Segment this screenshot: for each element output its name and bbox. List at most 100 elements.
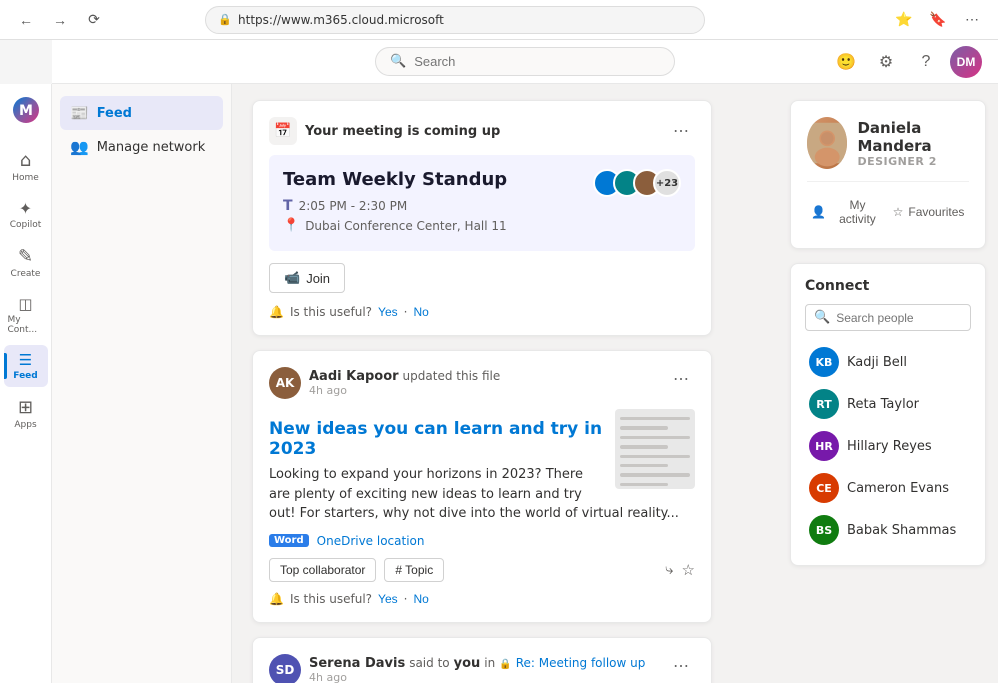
topbar-search-bar[interactable]: 🔍 [375,47,675,76]
list-item[interactable]: BS Babak Shammas [805,509,971,551]
thumb-line-5 [620,455,690,458]
thumb-line-3 [620,436,690,439]
browser-actions: ⭐ 🔖 ⋯ [890,6,986,34]
meeting-header-label: Your meeting is coming up [305,124,500,139]
star-icon-button[interactable]: ☆ [682,561,695,579]
feed-label: Feed [13,371,37,381]
emoji-button[interactable]: 🙂 [830,46,862,78]
my-activity-tab[interactable]: 👤 My activity [807,192,888,232]
address-bar[interactable]: 🔒 https://www.m365.cloud.microsoft [205,6,705,34]
profile-card: Daniela Mandera DESIGNER 2 👤 My activity… [790,100,986,249]
star-icon: ☆ [893,205,904,219]
meeting-location: 📍 Dubai Conference Center, Hall 11 [283,218,681,233]
topic-button[interactable]: # Topic [384,558,444,582]
app-topbar: 🔍 🙂 ⚙ ? DM [52,40,998,84]
top-collaborator-button[interactable]: Top collaborator [269,558,376,582]
feed-sidebar-label: Feed [97,106,132,121]
my-activity-label: My activity [831,198,884,226]
sidebar-item-copilot[interactable]: ✦ Copilot [4,193,48,236]
msg-subject-link[interactable]: Re: Meeting follow up [516,656,646,670]
author-action: updated this file [403,369,501,383]
profile-info: Daniela Mandera DESIGNER 2 [857,119,969,168]
manage-network-label: Manage network [97,140,206,155]
sidebar-item-manage-network[interactable]: 👥 Manage network [60,130,223,164]
mycontent-label: My Cont... [8,315,44,335]
file-update-card: AK Aadi Kapoor updated this file 4h ago … [252,350,712,623]
useful-icon: 🔔 [269,305,284,319]
favourites-tab[interactable]: ☆ Favourites [888,192,969,232]
favourites-label: Favourites [908,205,964,219]
topbar-search-input[interactable] [414,54,660,69]
user-avatar-button[interactable]: DM [950,46,982,78]
help-button[interactable]: ? [910,46,942,78]
forward-button[interactable]: → [46,6,74,34]
profile-tabs: 👤 My activity ☆ Favourites [807,181,969,232]
file-meta-row: Word OneDrive location [269,534,695,548]
sidebar-item-mycontent[interactable]: ◫ My Cont... [4,289,48,341]
topbar-actions: 🙂 ⚙ ? DM [830,46,982,78]
search-people-input[interactable] [836,311,962,325]
msg-author-info: Serena Davis said to you in 🔒 Re: Meetin… [309,656,645,671]
meeting-card-header: 📅 Your meeting is coming up ⋯ [269,117,695,145]
svg-text:M: M [19,103,33,119]
sidebar-item-feed[interactable]: ☰ Feed [4,345,48,387]
person-name-2: Reta Taylor [847,397,919,412]
meeting-no-button[interactable]: No [413,305,428,319]
nav-item-wrapper-copilot: ✦ Copilot [4,193,48,236]
person-avatar-1: KB [809,347,839,377]
meeting-card-body: +23 Team Weekly Standup T 2:05 PM - 2:30… [269,155,695,251]
msg-action-text: said to [409,656,449,670]
main-content: 📅 Your meeting is coming up ⋯ +23 Team W… [232,84,778,683]
file-useful-row: 🔔 Is this useful? Yes · No [269,592,695,606]
share-icon-button[interactable]: ⤷ [665,561,673,579]
file-location-link[interactable]: OneDrive location [317,534,425,548]
sidebar-item-create[interactable]: ✎ Create [4,240,48,285]
file-yes-button[interactable]: Yes [378,592,398,606]
home-label: Home [12,173,39,183]
sidebar-item-home[interactable]: ⌂ Home [4,144,48,189]
activity-icon: 👤 [811,205,826,219]
refresh-button[interactable]: ⟳ [80,6,108,34]
manage-network-icon: 👥 [70,138,89,156]
list-item[interactable]: HR Hillary Reyes [805,425,971,467]
copilot-icon: ✦ [19,199,32,218]
search-people-bar[interactable]: 🔍 [805,304,971,331]
browser-chrome: ← → ⟳ 🔒 https://www.m365.cloud.microsoft… [0,0,998,40]
sidebar: 📰 Feed 👥 Manage network [52,84,232,683]
meeting-more-button[interactable]: ⋯ [667,119,695,143]
browser-menu-button[interactable]: ⋯ [958,6,986,34]
nav-item-wrapper-apps: ⊞ Apps [4,391,48,436]
thumb-line-8 [620,483,668,486]
file-no-button[interactable]: No [413,592,428,606]
app-logo[interactable]: M [12,96,40,128]
meeting-time: T 2:05 PM - 2:30 PM [283,198,681,214]
list-item[interactable]: RT Reta Taylor [805,383,971,425]
meeting-card: 📅 Your meeting is coming up ⋯ +23 Team W… [252,100,712,336]
message-card: SD Serena Davis said to you in 🔒 Re: Mee… [252,637,712,683]
avatar-image [807,117,847,169]
person-name-1: Kadji Bell [847,355,907,370]
author-info: Aadi Kapoor updated this file 4h ago [309,369,500,397]
file-card-header: AK Aadi Kapoor updated this file 4h ago … [269,367,695,399]
file-content: New ideas you can learn and try in 2023 … [269,409,695,534]
join-button[interactable]: 📹 Join [269,263,345,293]
list-item[interactable]: CE Cameron Evans [805,467,971,509]
msg-more-button[interactable]: ⋯ [667,654,695,678]
collections-button[interactable]: 🔖 [924,6,952,34]
favorites-star-button[interactable]: ⭐ [890,6,918,34]
nav-rail: M ⌂ Home ✦ Copilot ✎ Create ◫ My C [0,84,52,683]
list-item[interactable]: KB Kadji Bell [805,341,971,383]
meeting-location-text: Dubai Conference Center, Hall 11 [305,219,507,233]
sidebar-item-feed[interactable]: 📰 Feed [60,96,223,130]
person-avatar-4: CE [809,473,839,503]
connect-title: Connect [805,278,971,294]
settings-button[interactable]: ⚙ [870,46,902,78]
meeting-attendees: +23 [593,169,681,197]
search-icon: 🔍 [814,310,830,325]
back-button[interactable]: ← [12,6,40,34]
file-more-button[interactable]: ⋯ [667,367,695,391]
profile-name: Daniela Mandera [857,119,969,155]
sidebar-item-apps[interactable]: ⊞ Apps [4,391,48,436]
meeting-yes-button[interactable]: Yes [378,305,398,319]
create-label: Create [11,269,41,279]
